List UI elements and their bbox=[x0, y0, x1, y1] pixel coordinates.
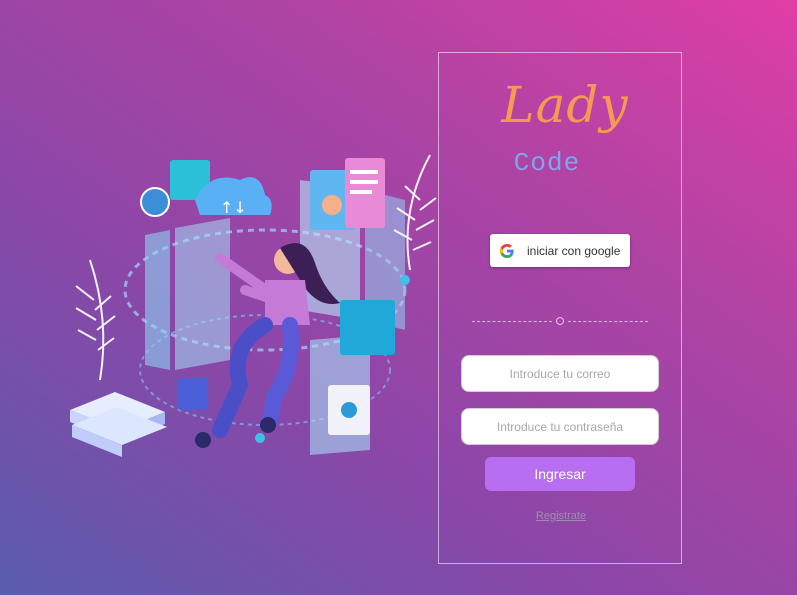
login-panel: Lady Code iniciar con google Ingresar Re… bbox=[438, 52, 682, 564]
submit-button[interactable]: Ingresar bbox=[485, 457, 635, 491]
google-g-icon bbox=[499, 243, 514, 258]
google-login-button[interactable]: iniciar con google bbox=[490, 234, 630, 267]
brand-logo: Lady bbox=[501, 76, 629, 134]
brand-logo-sub: Code bbox=[513, 148, 581, 178]
divider-circle-icon bbox=[556, 317, 564, 325]
password-field[interactable] bbox=[461, 408, 659, 445]
divider-line-right bbox=[568, 321, 648, 322]
divider-line-left bbox=[472, 321, 552, 322]
hero-illustration: ↑↓ bbox=[70, 154, 437, 457]
svg-text:↑↓: ↑↓ bbox=[220, 198, 247, 217]
google-login-label: iniciar con google bbox=[527, 243, 621, 258]
register-link[interactable]: Registrate bbox=[439, 510, 683, 522]
email-field[interactable] bbox=[461, 355, 659, 392]
divider bbox=[472, 317, 648, 327]
